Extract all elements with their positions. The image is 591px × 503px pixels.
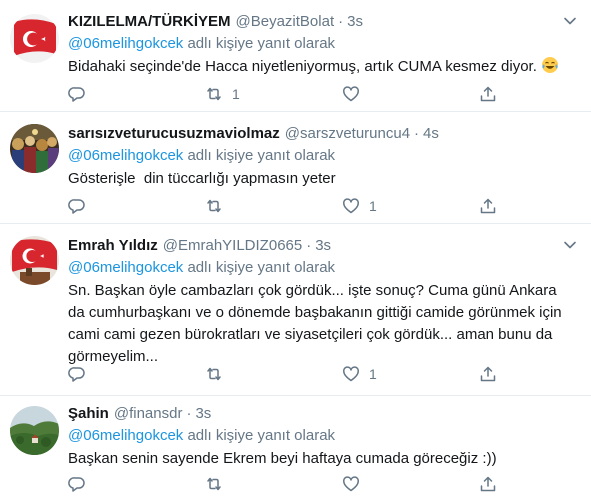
separator-dot: · xyxy=(306,237,312,254)
reply-context: @06melihgokcek adlı kişiye yanıt olarak xyxy=(68,146,577,168)
share-icon xyxy=(480,86,496,102)
tweet-header: Şahin @finansdr · 3s xyxy=(68,404,577,426)
tweet-text: Başkan senin sayende Ekrem beyi haftaya … xyxy=(68,450,497,467)
reply-mention-link[interactable]: @06melihgokcek xyxy=(68,259,183,276)
avatar-flag-image xyxy=(10,14,59,63)
chevron-down-icon[interactable] xyxy=(563,14,577,28)
avatar[interactable] xyxy=(10,406,59,455)
separator-dot: · xyxy=(338,13,344,30)
like-button[interactable] xyxy=(342,84,479,104)
share-icon xyxy=(480,366,496,382)
tweet-text: Sn. Başkan öyle cambazları çok gördük...… xyxy=(68,282,562,365)
tweet-text-body: Bidahaki seçinde'de Hacca niyetleniyormu… xyxy=(68,58,537,75)
reply-mention-link[interactable]: @06melihgokcek xyxy=(68,35,183,52)
like-button[interactable] xyxy=(342,474,479,494)
tweet-feed: KIZILELMA/TÜRKİYEM @BeyazitBolat · 3s @0… xyxy=(0,0,591,503)
avatar-flag-image xyxy=(10,236,59,285)
reply-context: @06melihgokcek adlı kişiye yanıt olarak xyxy=(68,258,577,280)
tweet[interactable]: KIZILELMA/TÜRKİYEM @BeyazitBolat · 3s @0… xyxy=(0,0,591,112)
retweet-count: 1 xyxy=(232,86,240,102)
share-icon xyxy=(480,198,496,214)
author-handle[interactable]: @BeyazitBolat xyxy=(236,12,335,32)
tweet-header: sarısızveturucusuzmaviolmaz @sarszveturu… xyxy=(68,124,577,146)
like-icon xyxy=(343,198,359,214)
author-handle[interactable]: @finansdr xyxy=(114,404,183,424)
timestamp[interactable]: 3s xyxy=(315,236,331,256)
timestamp[interactable]: 4s xyxy=(423,124,439,144)
tweet[interactable]: Şahin @finansdr · 3s @06melihgokcek adlı… xyxy=(0,396,591,503)
avatar-landscape-image xyxy=(10,406,59,455)
tweet-actions: 1 xyxy=(68,196,508,216)
reply-button[interactable] xyxy=(68,84,205,104)
share-button[interactable] xyxy=(479,196,499,216)
tweet-actions: 1 xyxy=(68,364,508,384)
retweet-button[interactable] xyxy=(205,364,342,384)
separator-dot: · xyxy=(414,125,420,142)
tweet[interactable]: sarısızveturucusuzmaviolmaz @sarszveturu… xyxy=(0,112,591,224)
timestamp[interactable]: 3s xyxy=(195,404,211,424)
share-button[interactable] xyxy=(479,84,499,104)
reply-context-label: adlı kişiye yanıt olarak xyxy=(183,259,336,276)
like-button[interactable]: 1 xyxy=(342,196,479,216)
tweet[interactable]: Emrah Yıldız @EmrahYILDIZ0665 · 3s @06me… xyxy=(0,224,591,396)
like-count: 1 xyxy=(369,198,377,214)
retweet-icon xyxy=(207,367,221,381)
like-icon xyxy=(343,366,359,382)
separator-dot: · xyxy=(186,405,192,422)
reply-button[interactable] xyxy=(68,364,205,384)
avatar-crowd-image xyxy=(10,124,59,173)
author-name[interactable]: Şahin xyxy=(68,404,109,424)
tweet-header: KIZILELMA/TÜRKİYEM @BeyazitBolat · 3s xyxy=(68,12,577,34)
reply-icon xyxy=(68,367,85,382)
timestamp[interactable]: 3s xyxy=(347,12,363,32)
reply-context-label: adlı kişiye yanıt olarak xyxy=(183,427,336,444)
author-name[interactable]: Emrah Yıldız xyxy=(68,236,158,256)
like-count: 1 xyxy=(369,366,377,382)
reply-context: @06melihgokcek adlı kişiye yanıt olarak xyxy=(68,426,577,448)
share-button[interactable] xyxy=(479,474,499,494)
reply-mention-link[interactable]: @06melihgokcek xyxy=(68,427,183,444)
reply-mention-link[interactable]: @06melihgokcek xyxy=(68,147,183,164)
avatar[interactable] xyxy=(10,14,59,63)
retweet-icon xyxy=(207,87,221,101)
share-icon xyxy=(480,476,496,492)
reply-icon xyxy=(68,87,85,102)
like-button[interactable]: 1 xyxy=(342,364,479,384)
avatar[interactable] xyxy=(10,236,59,285)
reply-icon xyxy=(68,199,85,214)
tweet-text: Gösterişle din tüccarlığı yapmasın yeter xyxy=(68,170,336,187)
avatar[interactable] xyxy=(10,124,59,173)
retweet-button[interactable] xyxy=(205,196,342,216)
reply-icon xyxy=(68,477,85,492)
tweet-actions xyxy=(68,474,508,494)
author-handle[interactable]: @sarszveturuncu4 xyxy=(285,124,410,144)
reply-button[interactable] xyxy=(68,474,205,494)
retweet-icon xyxy=(207,199,221,213)
reply-context: @06melihgokcek adlı kişiye yanıt olarak xyxy=(68,34,577,56)
tweet-header: Emrah Yıldız @EmrahYILDIZ0665 · 3s xyxy=(68,236,577,258)
author-name[interactable]: KIZILELMA/TÜRKİYEM xyxy=(68,12,231,32)
retweet-button[interactable] xyxy=(205,474,342,494)
retweet-button[interactable]: 1 xyxy=(205,84,342,104)
author-name[interactable]: sarısızveturucusuzmaviolmaz xyxy=(68,124,280,144)
tweet-text: Bidahaki seçinde'de Hacca niyetleniyormu… xyxy=(68,56,577,78)
reply-button[interactable] xyxy=(68,196,205,216)
like-icon xyxy=(343,476,359,492)
chevron-down-icon[interactable] xyxy=(563,238,577,252)
share-button[interactable] xyxy=(479,364,499,384)
like-icon xyxy=(343,86,359,102)
reply-context-label: adlı kişiye yanıt olarak xyxy=(183,35,336,52)
reply-context-label: adlı kişiye yanıt olarak xyxy=(183,147,336,164)
tears-of-joy-emoji-icon xyxy=(542,57,559,73)
author-handle[interactable]: @EmrahYILDIZ0665 xyxy=(163,236,302,256)
tweet-actions: 1 xyxy=(68,84,508,104)
retweet-icon xyxy=(207,477,221,491)
